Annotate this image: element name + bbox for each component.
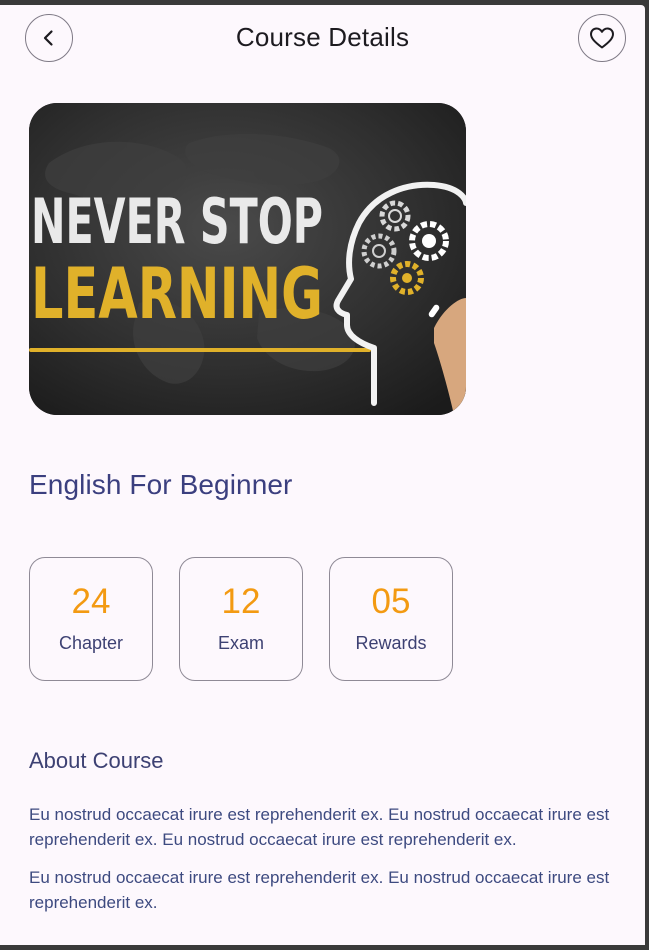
hero-text-line2: LEARNING [31,253,323,335]
stat-value: 24 [71,582,111,621]
course-title: English For Beginner [29,469,293,500]
stat-label: Chapter [58,633,124,653]
course-cover-image: NEVER STOP LEARNING [29,103,466,415]
stat-card-rewards[interactable]: 05 Rewards [329,557,453,681]
stat-card-chapter[interactable]: 24 Chapter [29,557,153,681]
favorite-button[interactable] [578,14,626,62]
stat-value: 05 [371,582,411,621]
stat-label: Rewards [355,633,427,653]
course-details-screen: Course Details NEVER STOP LEARNING Engli… [0,5,645,945]
about-paragraph: Eu nostrud occaecat irure est reprehende… [29,868,610,912]
stat-label: Exam [217,633,264,653]
about-paragraph: Eu nostrud occaecat irure est reprehende… [29,805,610,849]
stat-value: 12 [221,582,261,621]
stat-card-exam[interactable]: 12 Exam [179,557,303,681]
about-course-heading: About Course [29,748,164,773]
heart-outline-icon [590,27,614,49]
hero-text-line1: NEVER STOP [31,185,323,258]
page-title: Course Details [235,22,410,52]
